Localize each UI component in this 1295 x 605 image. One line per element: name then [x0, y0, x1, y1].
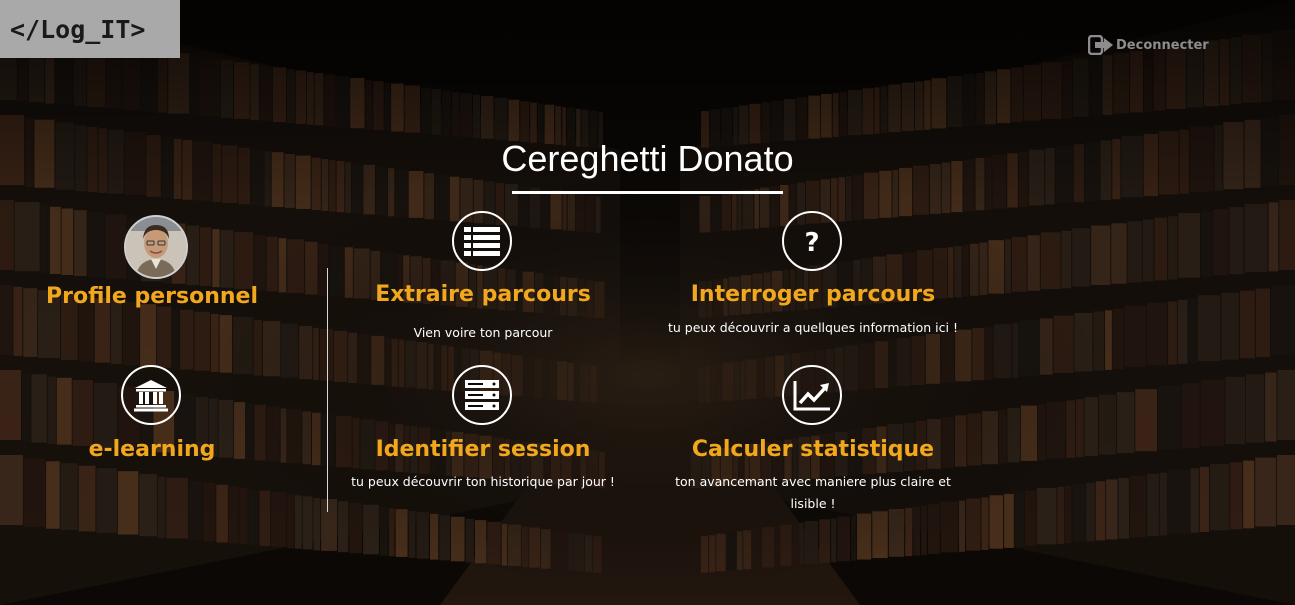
chart-line-icon — [793, 381, 830, 411]
compute-statistics-icon-button[interactable] — [782, 365, 842, 425]
compute-statistics-description: ton avancemant avec maniere plus claire … — [675, 474, 951, 511]
column-divider — [327, 268, 328, 512]
query-route-icon-button[interactable]: ? — [782, 211, 842, 271]
extract-route-icon-button[interactable] — [452, 211, 512, 271]
heading-underline — [512, 191, 783, 194]
university-icon — [134, 380, 168, 412]
query-route-description: tu peux découvrir a quellques informatio… — [668, 320, 958, 335]
compute-statistics-link[interactable]: Calculer statistique — [663, 437, 963, 462]
svg-text:?: ? — [804, 228, 819, 256]
logout-icon — [1088, 35, 1113, 55]
extract-route-description: Vien voire ton parcour — [413, 325, 553, 340]
profile-link[interactable]: Profile personnel — [22, 284, 282, 309]
e-learning-icon-button[interactable] — [121, 365, 181, 425]
identify-session-description: tu peux découvrir ton historique par jou… — [351, 474, 615, 489]
logout-label: Deconnecter — [1116, 37, 1209, 53]
logo-text: </Log_IT> — [10, 14, 146, 44]
list-icon — [464, 227, 500, 256]
identify-session-link[interactable]: Identifier session — [333, 437, 633, 462]
avatar[interactable] — [124, 215, 188, 279]
extract-route-link[interactable]: Extraire parcours — [343, 282, 623, 307]
query-route-link[interactable]: Interroger parcours — [663, 282, 963, 307]
logo[interactable]: </Log_IT> — [0, 0, 180, 58]
e-learning-link[interactable]: e-learning — [22, 437, 282, 462]
server-icon — [465, 380, 499, 410]
avatar-photo — [126, 217, 186, 277]
user-name-heading: Cereghetti Donato — [501, 138, 794, 179]
page: </Log_IT> Deconnecter Cereghetti Donato … — [0, 0, 1295, 605]
logout-button[interactable]: Deconnecter — [1088, 35, 1209, 55]
identify-session-icon-button[interactable] — [452, 365, 512, 425]
question-icon: ? — [804, 228, 819, 256]
